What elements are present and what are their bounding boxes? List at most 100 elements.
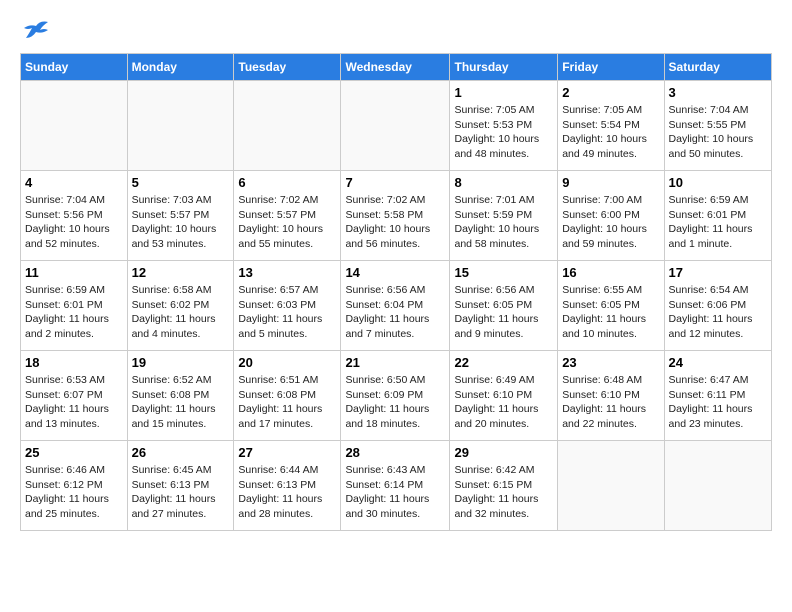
day-cell: 21 Sunrise: 6:50 AM Sunset: 6:09 PM Dayli… — [341, 351, 450, 441]
day-number: 8 — [454, 175, 553, 190]
day-info: Sunrise: 7:03 AM Sunset: 5:57 PM Dayligh… — [132, 194, 217, 250]
day-cell: 25 Sunrise: 6:46 AM Sunset: 6:12 PM Dayli… — [21, 441, 128, 531]
day-info: Sunrise: 6:51 AM Sunset: 6:08 PM Dayligh… — [238, 374, 322, 430]
logo — [20, 20, 50, 43]
day-cell: 14 Sunrise: 6:56 AM Sunset: 6:04 PM Dayli… — [341, 261, 450, 351]
day-number: 12 — [132, 265, 230, 280]
day-info: Sunrise: 6:49 AM Sunset: 6:10 PM Dayligh… — [454, 374, 538, 430]
header-cell-wednesday: Wednesday — [341, 54, 450, 81]
day-cell: 10Sunrise: 6:59 AM Sunset: 6:01 PM Dayli… — [664, 171, 771, 261]
header-cell-monday: Monday — [127, 54, 234, 81]
day-number: 10 — [669, 175, 767, 190]
day-number: 3 — [669, 85, 767, 100]
day-cell: 27 Sunrise: 6:44 AM Sunset: 6:13 PM Dayli… — [234, 441, 341, 531]
day-cell: 20 Sunrise: 6:51 AM Sunset: 6:08 PM Dayli… — [234, 351, 341, 441]
day-cell: 5 Sunrise: 7:03 AM Sunset: 5:57 PM Daylig… — [127, 171, 234, 261]
day-number: 2 — [562, 85, 659, 100]
day-number: 16 — [562, 265, 659, 280]
day-cell: 9 Sunrise: 7:00 AM Sunset: 6:00 PM Daylig… — [558, 171, 664, 261]
day-cell: 15Sunrise: 6:56 AM Sunset: 6:05 PM Dayli… — [450, 261, 558, 351]
day-cell — [21, 81, 128, 171]
day-cell: 28 Sunrise: 6:43 AM Sunset: 6:14 PM Dayli… — [341, 441, 450, 531]
day-cell: 6 Sunrise: 7:02 AM Sunset: 5:57 PM Daylig… — [234, 171, 341, 261]
day-info: Sunrise: 6:46 AM Sunset: 6:12 PM Dayligh… — [25, 464, 109, 520]
day-number: 28 — [345, 445, 445, 460]
day-number: 7 — [345, 175, 445, 190]
week-row-2: 4Sunrise: 7:04 AM Sunset: 5:56 PM Daylig… — [21, 171, 772, 261]
header-cell-saturday: Saturday — [664, 54, 771, 81]
day-number: 29 — [454, 445, 553, 460]
day-cell — [234, 81, 341, 171]
day-cell: 26Sunrise: 6:45 AM Sunset: 6:13 PM Dayli… — [127, 441, 234, 531]
day-info: Sunrise: 6:47 AM Sunset: 6:11 PM Dayligh… — [669, 374, 753, 430]
day-info: Sunrise: 6:50 AM Sunset: 6:09 PM Dayligh… — [345, 374, 429, 430]
day-number: 22 — [454, 355, 553, 370]
day-info: Sunrise: 6:52 AM Sunset: 6:08 PM Dayligh… — [132, 374, 216, 430]
day-info: Sunrise: 6:48 AM Sunset: 6:10 PM Dayligh… — [562, 374, 646, 430]
day-number: 19 — [132, 355, 230, 370]
week-row-4: 18Sunrise: 6:53 AM Sunset: 6:07 PM Dayli… — [21, 351, 772, 441]
day-number: 23 — [562, 355, 659, 370]
day-cell: 19 Sunrise: 6:52 AM Sunset: 6:08 PM Dayli… — [127, 351, 234, 441]
day-number: 24 — [669, 355, 767, 370]
day-cell: 2Sunrise: 7:05 AM Sunset: 5:54 PM Daylig… — [558, 81, 664, 171]
day-cell: 4Sunrise: 7:04 AM Sunset: 5:56 PM Daylig… — [21, 171, 128, 261]
week-row-5: 25 Sunrise: 6:46 AM Sunset: 6:12 PM Dayli… — [21, 441, 772, 531]
calendar-table: SundayMondayTuesdayWednesdayThursdayFrid… — [20, 53, 772, 531]
day-cell: 16 Sunrise: 6:55 AM Sunset: 6:05 PM Dayli… — [558, 261, 664, 351]
day-cell: 17Sunrise: 6:54 AM Sunset: 6:06 PM Dayli… — [664, 261, 771, 351]
day-info: Sunrise: 6:42 AM Sunset: 6:15 PM Dayligh… — [454, 464, 538, 520]
day-number: 21 — [345, 355, 445, 370]
day-info: Sunrise: 6:43 AM Sunset: 6:14 PM Dayligh… — [345, 464, 429, 520]
day-info: Sunrise: 6:57 AM Sunset: 6:03 PM Dayligh… — [238, 284, 322, 340]
day-info: Sunrise: 6:56 AM Sunset: 6:04 PM Dayligh… — [345, 284, 429, 340]
day-number: 9 — [562, 175, 659, 190]
day-cell: 18Sunrise: 6:53 AM Sunset: 6:07 PM Dayli… — [21, 351, 128, 441]
header-cell-tuesday: Tuesday — [234, 54, 341, 81]
day-info: Sunrise: 6:58 AM Sunset: 6:02 PM Dayligh… — [132, 284, 216, 340]
header-cell-thursday: Thursday — [450, 54, 558, 81]
day-info: Sunrise: 7:04 AM Sunset: 5:56 PM Dayligh… — [25, 194, 110, 250]
day-info: Sunrise: 7:02 AM Sunset: 5:57 PM Dayligh… — [238, 194, 323, 250]
day-cell — [558, 441, 664, 531]
day-cell: 11 Sunrise: 6:59 AM Sunset: 6:01 PM Dayli… — [21, 261, 128, 351]
day-info: Sunrise: 6:55 AM Sunset: 6:05 PM Dayligh… — [562, 284, 646, 340]
week-row-3: 11 Sunrise: 6:59 AM Sunset: 6:01 PM Dayli… — [21, 261, 772, 351]
day-number: 18 — [25, 355, 123, 370]
calendar-header: SundayMondayTuesdayWednesdayThursdayFrid… — [21, 54, 772, 81]
day-number: 20 — [238, 355, 336, 370]
day-number: 15 — [454, 265, 553, 280]
day-cell: 23 Sunrise: 6:48 AM Sunset: 6:10 PM Dayli… — [558, 351, 664, 441]
day-info: Sunrise: 7:04 AM Sunset: 5:55 PM Dayligh… — [669, 104, 754, 160]
header-cell-friday: Friday — [558, 54, 664, 81]
day-cell — [341, 81, 450, 171]
day-info: Sunrise: 7:00 AM Sunset: 6:00 PM Dayligh… — [562, 194, 647, 250]
day-number: 5 — [132, 175, 230, 190]
day-cell: 13Sunrise: 6:57 AM Sunset: 6:03 PM Dayli… — [234, 261, 341, 351]
day-cell: 24 Sunrise: 6:47 AM Sunset: 6:11 PM Dayli… — [664, 351, 771, 441]
day-cell: 1 Sunrise: 7:05 AM Sunset: 5:53 PM Daylig… — [450, 81, 558, 171]
logo-bird-icon — [22, 20, 50, 47]
day-cell: 7 Sunrise: 7:02 AM Sunset: 5:58 PM Daylig… — [341, 171, 450, 261]
day-number: 6 — [238, 175, 336, 190]
week-row-1: 1 Sunrise: 7:05 AM Sunset: 5:53 PM Daylig… — [21, 81, 772, 171]
day-number: 25 — [25, 445, 123, 460]
day-info: Sunrise: 6:59 AM Sunset: 6:01 PM Dayligh… — [25, 284, 109, 340]
day-info: Sunrise: 7:05 AM Sunset: 5:53 PM Dayligh… — [454, 104, 539, 160]
day-cell: 3 Sunrise: 7:04 AM Sunset: 5:55 PM Daylig… — [664, 81, 771, 171]
day-number: 1 — [454, 85, 553, 100]
day-cell: 22 Sunrise: 6:49 AM Sunset: 6:10 PM Dayli… — [450, 351, 558, 441]
calendar-body: 1 Sunrise: 7:05 AM Sunset: 5:53 PM Daylig… — [21, 81, 772, 531]
day-info: Sunrise: 6:44 AM Sunset: 6:13 PM Dayligh… — [238, 464, 322, 520]
day-number: 14 — [345, 265, 445, 280]
day-cell — [664, 441, 771, 531]
day-info: Sunrise: 7:01 AM Sunset: 5:59 PM Dayligh… — [454, 194, 539, 250]
day-number: 27 — [238, 445, 336, 460]
day-info: Sunrise: 7:02 AM Sunset: 5:58 PM Dayligh… — [345, 194, 430, 250]
header-row: SundayMondayTuesdayWednesdayThursdayFrid… — [21, 54, 772, 81]
day-number: 11 — [25, 265, 123, 280]
day-cell: 29 Sunrise: 6:42 AM Sunset: 6:15 PM Dayli… — [450, 441, 558, 531]
day-number: 26 — [132, 445, 230, 460]
page-header — [20, 20, 772, 43]
day-number: 17 — [669, 265, 767, 280]
